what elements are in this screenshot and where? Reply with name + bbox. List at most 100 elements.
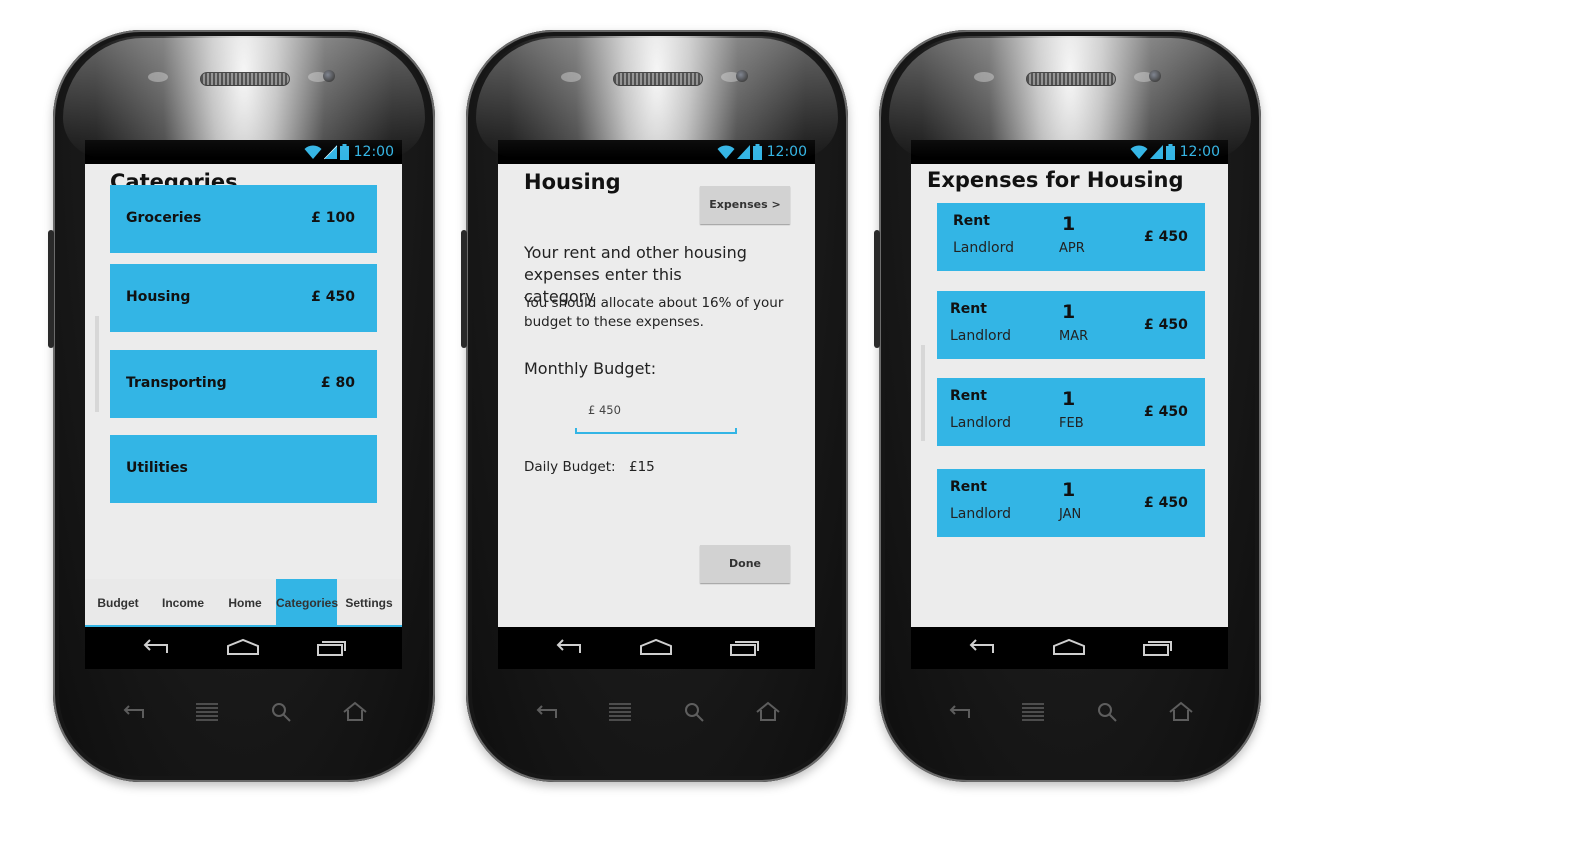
- home-icon[interactable]: [640, 637, 672, 657]
- expense-card[interactable]: Rent Landlord 1 JAN £ 450: [937, 469, 1205, 537]
- expense-payee: Landlord: [953, 240, 1014, 256]
- earpiece-speaker: [613, 72, 703, 86]
- expense-amount: £ 450: [1144, 317, 1188, 333]
- category-card-transporting[interactable]: Transporting £ 80: [110, 350, 377, 418]
- menu-icon: [1022, 703, 1044, 721]
- category-amount: £ 100: [311, 210, 355, 226]
- front-camera: [736, 70, 748, 82]
- category-name: Utilities: [126, 460, 188, 476]
- menu-icon: [196, 703, 218, 721]
- back-icon: [123, 705, 144, 718]
- back-icon[interactable]: [552, 637, 584, 657]
- status-time: 12:00: [766, 144, 807, 160]
- expense-card[interactable]: Rent Landlord 1 APR £ 450: [937, 203, 1205, 271]
- status-bar: 12:00: [85, 140, 402, 164]
- expense-amount: £ 450: [1144, 495, 1188, 511]
- monthly-budget-field-underline[interactable]: [575, 428, 737, 434]
- done-button[interactable]: Done: [700, 545, 790, 583]
- expense-month: APR: [1059, 241, 1085, 256]
- tab-home[interactable]: Home: [217, 579, 273, 625]
- recents-icon[interactable]: [1142, 637, 1174, 657]
- monthly-budget-input[interactable]: £ 450: [588, 403, 621, 417]
- battery-icon: [752, 144, 762, 160]
- battery-icon: [339, 144, 349, 160]
- volume-button: [48, 230, 54, 348]
- signal-icon: [323, 145, 337, 160]
- expense-title: Rent: [950, 388, 987, 404]
- category-amount: £ 450: [311, 289, 355, 305]
- expense-title: Rent: [950, 301, 987, 317]
- sensor-lens: [974, 72, 994, 82]
- wifi-icon: [304, 145, 322, 159]
- search-icon: [685, 703, 704, 722]
- expense-amount: £ 450: [1144, 404, 1188, 420]
- status-bar: 12:00: [911, 140, 1228, 164]
- expense-day: 1: [1062, 213, 1076, 235]
- expense-month: MAR: [1059, 329, 1089, 344]
- search-icon: [272, 703, 291, 722]
- status-time: 12:00: [353, 144, 394, 160]
- tab-settings[interactable]: Settings: [339, 579, 399, 625]
- home-icon: [756, 701, 780, 721]
- expense-card[interactable]: Rent Landlord 1 FEB £ 450: [937, 378, 1205, 446]
- category-name: Transporting: [126, 375, 227, 391]
- earpiece-speaker: [200, 72, 290, 86]
- home-icon[interactable]: [227, 637, 259, 657]
- earpiece-speaker: [1026, 72, 1116, 86]
- front-camera: [1149, 70, 1161, 82]
- search-icon: [1098, 703, 1117, 722]
- category-card-utilities[interactable]: Utilities: [110, 435, 377, 503]
- phone-expenses: 12:00 Expenses for Housing Rent Landlord…: [874, 30, 1261, 782]
- daily-budget-value: £15: [629, 459, 655, 475]
- back-icon: [949, 705, 970, 718]
- front-camera: [323, 70, 335, 82]
- screen-housing: 12:00 Housing Expenses > Your rent and o…: [498, 140, 815, 669]
- home-icon: [343, 701, 367, 721]
- status-time: 12:00: [1179, 144, 1220, 160]
- recents-icon[interactable]: [316, 637, 348, 657]
- expense-day: 1: [1062, 479, 1076, 501]
- expenses-button[interactable]: Expenses >: [700, 186, 790, 224]
- category-name: Housing: [126, 289, 191, 305]
- category-card-housing[interactable]: Housing £ 450: [110, 264, 377, 332]
- home-icon: [1169, 701, 1193, 721]
- expense-day: 1: [1062, 301, 1076, 323]
- tab-budget[interactable]: Budget: [87, 579, 149, 625]
- back-icon[interactable]: [139, 637, 171, 657]
- expense-day: 1: [1062, 388, 1076, 410]
- screen-categories: 12:00 Categories Groceries £ 100 Housing…: [85, 140, 402, 669]
- expense-card[interactable]: Rent Landlord 1 MAR £ 450: [937, 291, 1205, 359]
- battery-icon: [1165, 144, 1175, 160]
- phone-categories: 12:00 Categories Groceries £ 100 Housing…: [48, 30, 435, 782]
- category-card-groceries[interactable]: Groceries £ 100: [110, 185, 377, 253]
- scroll-indicator: [921, 345, 925, 441]
- volume-button: [461, 230, 467, 348]
- system-nav-bar: [498, 627, 815, 669]
- volume-button: [874, 230, 880, 348]
- home-icon[interactable]: [1053, 637, 1085, 657]
- page-title: Housing: [524, 170, 621, 194]
- menu-icon: [609, 703, 631, 721]
- tab-income[interactable]: Income: [151, 579, 215, 625]
- expense-payee: Landlord: [950, 415, 1011, 431]
- expense-payee: Landlord: [950, 328, 1011, 344]
- system-nav-bar: [85, 627, 402, 669]
- signal-icon: [1149, 145, 1163, 159]
- allocation-advice: You should allocate about 16% of your bu…: [524, 295, 784, 330]
- system-nav-bar: [911, 627, 1228, 669]
- expense-payee: Landlord: [950, 506, 1011, 522]
- phone-housing: 12:00 Housing Expenses > Your rent and o…: [461, 30, 848, 782]
- back-icon[interactable]: [965, 637, 997, 657]
- sensor-lens: [561, 72, 581, 82]
- page-title: Expenses for Housing: [927, 168, 1184, 192]
- expense-amount: £ 450: [1144, 229, 1188, 245]
- scroll-indicator: [95, 316, 99, 412]
- wifi-icon: [1130, 145, 1148, 159]
- bottom-tab-bar: Budget Income Home Categories Settings: [85, 579, 402, 627]
- expense-month: FEB: [1059, 416, 1084, 431]
- category-amount: £ 80: [320, 375, 355, 391]
- signal-icon: [736, 145, 750, 159]
- recents-icon[interactable]: [729, 637, 761, 657]
- category-name: Groceries: [126, 210, 202, 226]
- tab-categories[interactable]: Categories: [276, 579, 338, 625]
